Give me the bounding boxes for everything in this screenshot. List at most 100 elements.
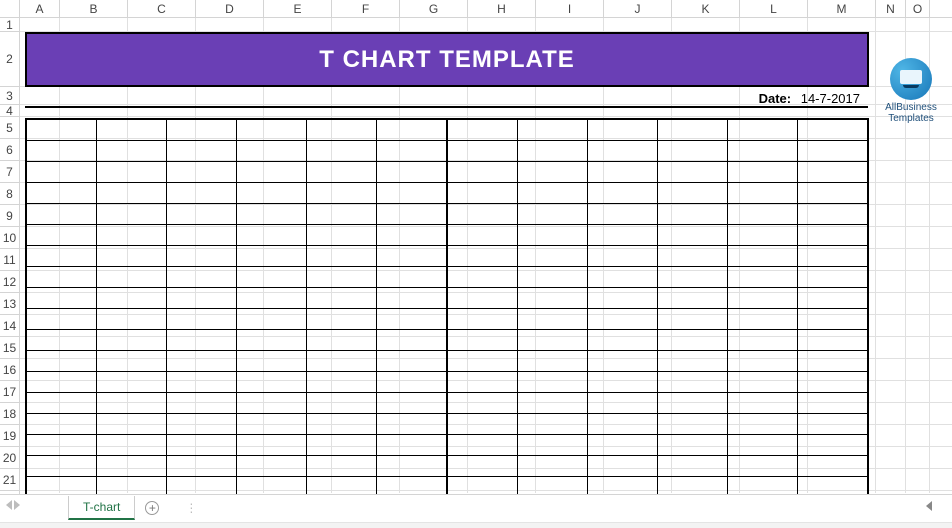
tchart-cell[interactable] [657, 392, 727, 413]
col-header-D[interactable]: D [196, 0, 264, 17]
tchart-cell[interactable] [307, 371, 377, 392]
tchart-cell[interactable] [377, 140, 447, 161]
tchart-cell[interactable] [587, 266, 657, 287]
tchart-cell[interactable] [377, 329, 447, 350]
row-header-2[interactable]: 2 [0, 32, 20, 87]
tchart-cell[interactable] [166, 287, 236, 308]
tchart-cell[interactable] [728, 161, 798, 182]
tchart-cell[interactable] [26, 182, 96, 203]
tchart-cell[interactable] [657, 266, 727, 287]
tchart-cell[interactable] [26, 308, 96, 329]
tchart-cell[interactable] [166, 434, 236, 455]
tchart-cell[interactable] [657, 203, 727, 224]
row-header-21[interactable]: 21 [0, 469, 20, 491]
tchart-cell[interactable] [798, 413, 868, 434]
tchart-cell[interactable] [798, 308, 868, 329]
tchart-cell[interactable] [307, 287, 377, 308]
col-header-A[interactable]: A [20, 0, 60, 17]
tchart-cell[interactable] [798, 329, 868, 350]
row-header-17[interactable]: 17 [0, 381, 20, 403]
tchart-cell[interactable] [657, 350, 727, 371]
tchart-cell[interactable] [587, 119, 657, 140]
tchart-cell[interactable] [798, 161, 868, 182]
tchart-cell[interactable] [728, 245, 798, 266]
tchart-cell[interactable] [447, 119, 517, 140]
scroll-left-icon[interactable] [926, 501, 932, 511]
new-sheet-button[interactable]: + [139, 496, 165, 520]
tchart-cell[interactable] [587, 203, 657, 224]
tchart-cell[interactable] [728, 119, 798, 140]
tchart-cell[interactable] [236, 266, 306, 287]
tchart-cell[interactable] [657, 287, 727, 308]
col-header-I[interactable]: I [536, 0, 604, 17]
horizontal-scroll[interactable] [926, 501, 932, 511]
tchart-cell[interactable] [96, 329, 166, 350]
tchart-cell[interactable] [728, 329, 798, 350]
row-header-13[interactable]: 13 [0, 293, 20, 315]
tchart-cell[interactable] [166, 350, 236, 371]
tchart-cell[interactable] [26, 350, 96, 371]
tchart-cell[interactable] [96, 413, 166, 434]
tchart-cell[interactable] [307, 308, 377, 329]
row-header-19[interactable]: 19 [0, 425, 20, 447]
tchart-cell[interactable] [166, 392, 236, 413]
tchart-cell[interactable] [96, 119, 166, 140]
tchart-cell[interactable] [657, 161, 727, 182]
sheet-canvas[interactable]: T CHART TEMPLATE Date: 14-7-2017 AllBusi… [20, 18, 952, 493]
tchart-cell[interactable] [26, 203, 96, 224]
tchart-cell[interactable] [307, 413, 377, 434]
tchart-cell[interactable] [798, 182, 868, 203]
tchart-cell[interactable] [447, 287, 517, 308]
tchart-cell[interactable] [96, 434, 166, 455]
tchart-cell[interactable] [728, 182, 798, 203]
row-header-7[interactable]: 7 [0, 161, 20, 183]
tchart-cell[interactable] [517, 140, 587, 161]
tchart-cell[interactable] [798, 350, 868, 371]
tchart-cell[interactable] [166, 266, 236, 287]
col-header-N[interactable]: N [876, 0, 906, 17]
row-header-9[interactable]: 9 [0, 205, 20, 227]
tchart-cell[interactable] [236, 455, 306, 476]
tchart-cell[interactable] [587, 392, 657, 413]
tchart-cell[interactable] [236, 434, 306, 455]
tchart-cell[interactable] [517, 182, 587, 203]
col-header-O[interactable]: O [906, 0, 930, 17]
tchart-cell[interactable] [236, 119, 306, 140]
tchart-cell[interactable] [798, 203, 868, 224]
row-header-18[interactable]: 18 [0, 403, 20, 425]
tchart-cell[interactable] [166, 329, 236, 350]
tchart-cell[interactable] [447, 203, 517, 224]
tchart-cell[interactable] [377, 119, 447, 140]
tchart-cell[interactable] [307, 161, 377, 182]
tchart-cell[interactable] [307, 245, 377, 266]
tchart-cell[interactable] [517, 455, 587, 476]
tchart-cell[interactable] [447, 434, 517, 455]
tchart-cell[interactable] [377, 434, 447, 455]
tchart-cell[interactable] [236, 245, 306, 266]
tchart-cell[interactable] [307, 434, 377, 455]
tchart-cell[interactable] [236, 413, 306, 434]
tchart-cell[interactable] [166, 182, 236, 203]
tchart-cell[interactable] [26, 245, 96, 266]
tchart-cell[interactable] [798, 245, 868, 266]
tchart-cell[interactable] [377, 413, 447, 434]
tchart-cell[interactable] [728, 287, 798, 308]
tchart-cell[interactable] [307, 119, 377, 140]
tchart-cell[interactable] [657, 140, 727, 161]
tchart-cell[interactable] [447, 266, 517, 287]
tchart-cell[interactable] [447, 455, 517, 476]
tchart-cell[interactable] [447, 413, 517, 434]
tchart-cell[interactable] [798, 287, 868, 308]
tchart-cell[interactable] [587, 287, 657, 308]
tchart-cell[interactable] [517, 371, 587, 392]
tchart-cell[interactable] [798, 224, 868, 245]
tchart-cell[interactable] [377, 224, 447, 245]
tchart-cell[interactable] [377, 308, 447, 329]
tchart-cell[interactable] [657, 224, 727, 245]
tchart-cell[interactable] [798, 371, 868, 392]
tchart-cell[interactable] [26, 413, 96, 434]
tchart-cell[interactable] [26, 287, 96, 308]
tchart-cell[interactable] [307, 392, 377, 413]
tchart-cell[interactable] [166, 413, 236, 434]
tchart-cell[interactable] [447, 308, 517, 329]
